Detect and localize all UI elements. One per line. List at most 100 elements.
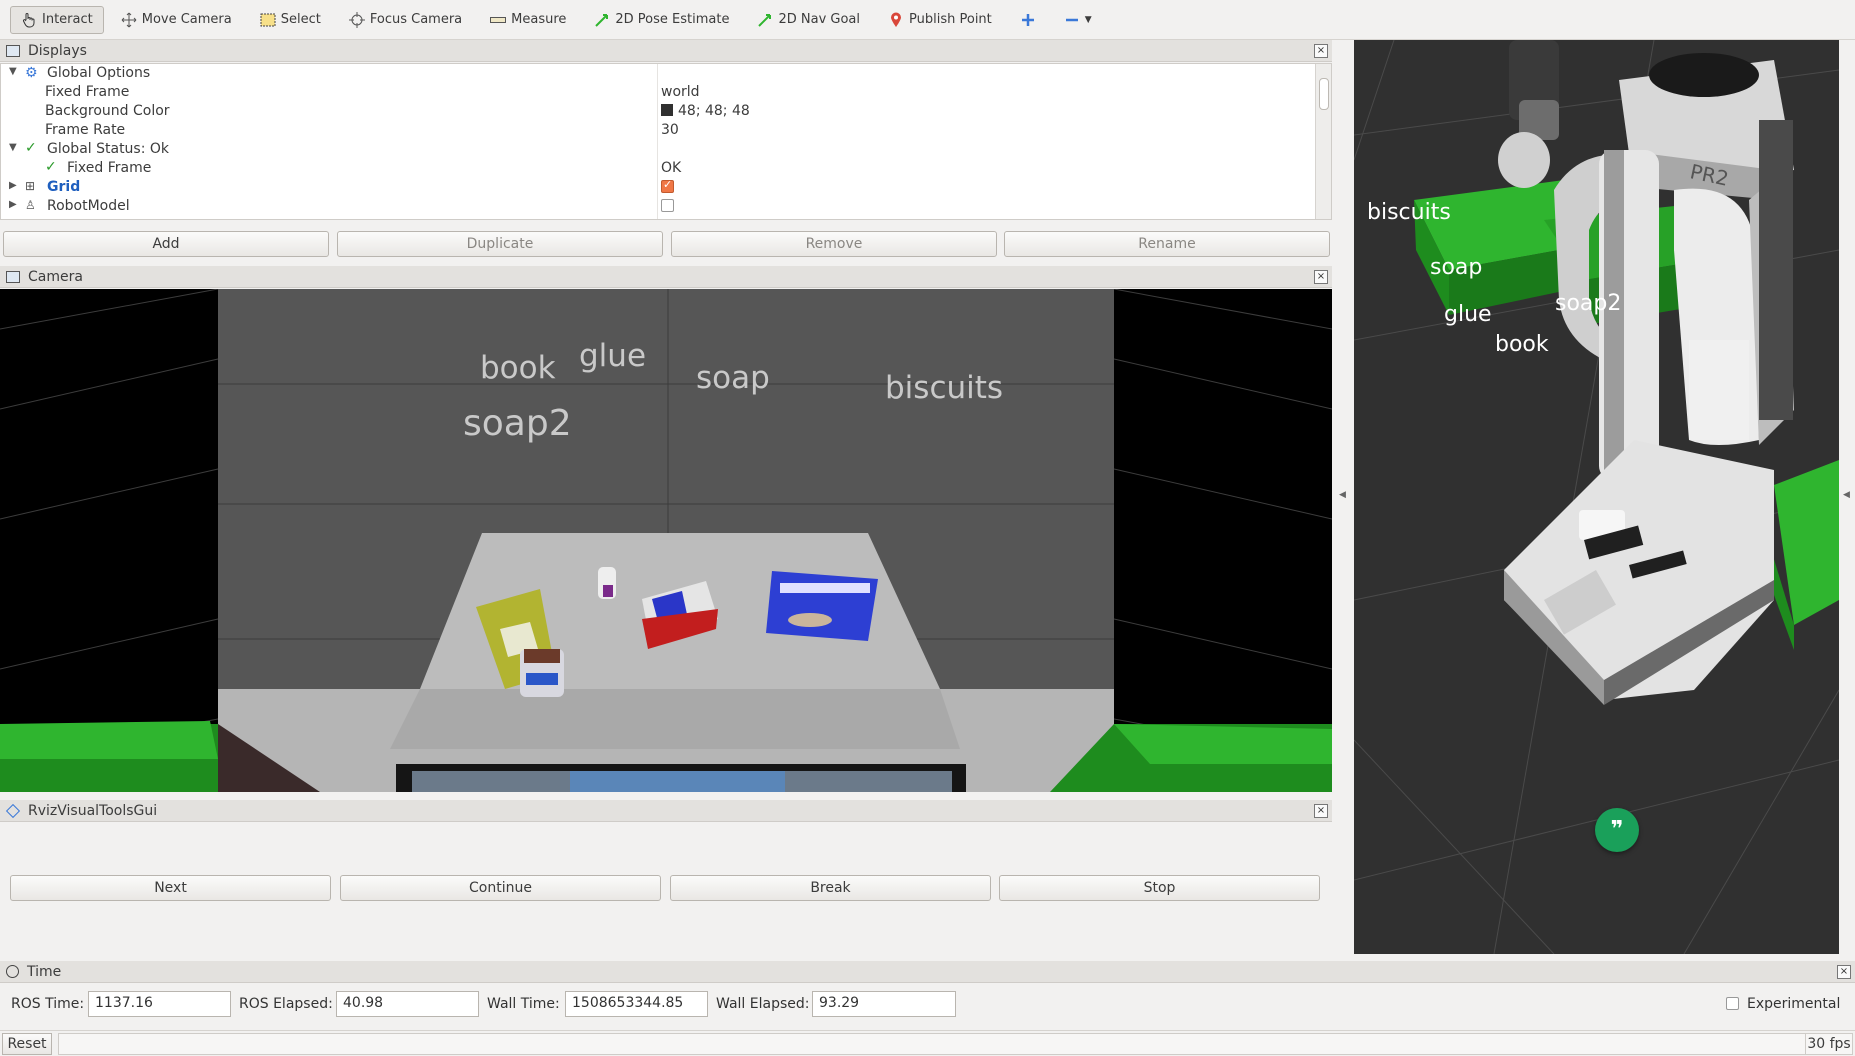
- row-value[interactable]: world: [661, 84, 700, 100]
- tool-move-camera[interactable]: Move Camera: [110, 6, 243, 34]
- tool-publish-point[interactable]: Publish Point: [877, 6, 1003, 34]
- wall-time-field[interactable]: 1508653344.85: [565, 991, 708, 1017]
- checkmark-icon: ✓: [25, 140, 37, 156]
- next-button[interactable]: Next: [10, 875, 331, 901]
- tree-row-fixed-frame[interactable]: Fixed Frame world: [1, 83, 1311, 102]
- scroll-thumb[interactable]: [1319, 78, 1329, 110]
- wall-elapsed-field[interactable]: 93.29: [812, 991, 956, 1017]
- gear-icon: ⚙: [25, 65, 38, 81]
- vertical-splitter[interactable]: ◀: [1332, 40, 1354, 954]
- camera-label-soap: soap: [696, 360, 770, 396]
- ros-time-label: ROS Time:: [11, 996, 85, 1012]
- select-rect-icon: [260, 12, 276, 28]
- wall-elapsed-label: Wall Elapsed:: [716, 996, 810, 1012]
- displays-title: Displays: [28, 42, 87, 59]
- 3d-label-soap: soap: [1430, 255, 1483, 280]
- camera-panel-icon: [6, 270, 20, 283]
- 3d-label-biscuits: biscuits: [1367, 200, 1451, 225]
- tool-measure[interactable]: Measure: [479, 6, 577, 34]
- monitor-icon: [6, 44, 20, 57]
- tree-row-global-status[interactable]: ▼ ✓ Global Status: Ok: [1, 140, 1311, 159]
- clock-icon: [6, 965, 19, 978]
- rename-button[interactable]: Rename: [1004, 231, 1330, 257]
- displays-scrollbar[interactable]: [1315, 64, 1331, 219]
- remove-tool-menu[interactable]: ▼: [1053, 6, 1103, 34]
- tool-label: Move Camera: [141, 12, 232, 27]
- row-value[interactable]: 48; 48; 48: [661, 103, 750, 119]
- grid-enabled-checkbox[interactable]: [661, 178, 674, 195]
- close-icon[interactable]: ×: [1837, 965, 1851, 979]
- add-button[interactable]: Add: [3, 231, 329, 257]
- color-value: 48; 48; 48: [678, 103, 750, 119]
- tree-row-background-color[interactable]: Background Color 48; 48; 48: [1, 102, 1311, 121]
- tool-2d-pose-estimate[interactable]: 2D Pose Estimate: [583, 6, 740, 34]
- break-button[interactable]: Break: [670, 875, 991, 901]
- experimental-checkbox[interactable]: [1726, 997, 1739, 1010]
- color-swatch: [661, 104, 673, 116]
- expand-arrow-icon[interactable]: ▼: [9, 66, 17, 77]
- row-label: Frame Rate: [45, 122, 126, 138]
- row-value[interactable]: 30: [661, 122, 679, 138]
- tree-row-global-options[interactable]: ▼ ⚙ Global Options: [1, 64, 1311, 83]
- tool-label: 2D Pose Estimate: [615, 12, 730, 27]
- ros-elapsed-field[interactable]: 40.98: [336, 991, 479, 1017]
- tool-label: Select: [280, 12, 321, 27]
- ros-time-field[interactable]: 1137.16: [88, 991, 231, 1017]
- status-bar: Reset 30 fps: [0, 1030, 1855, 1056]
- camera-label-book: book: [480, 350, 556, 386]
- ruler-icon: [490, 12, 507, 28]
- wall-time-label: Wall Time:: [487, 996, 560, 1012]
- tree-row-robotmodel[interactable]: ▶ ♙ RobotModel: [1, 197, 1311, 216]
- tool-label: Measure: [511, 12, 567, 27]
- checkmark-icon: ✓: [45, 159, 57, 175]
- tool-label: Interact: [42, 12, 93, 27]
- continue-button[interactable]: Continue: [340, 875, 661, 901]
- tool-label: Publish Point: [909, 12, 992, 27]
- hand-cursor-icon: [21, 12, 37, 28]
- row-label: Global Options: [47, 65, 151, 81]
- expand-arrow-icon[interactable]: ▶: [9, 180, 17, 191]
- 3d-render-view[interactable]: PR2 biscuits soap glue soap2 book: [1354, 40, 1839, 954]
- tree-row-grid[interactable]: ▶ ⊞ Grid: [1, 178, 1311, 197]
- tool-label: Focus Camera: [369, 12, 463, 27]
- tree-row-status-fixed-frame[interactable]: ✓ Fixed Frame OK: [1, 159, 1311, 178]
- expand-arrow-icon[interactable]: ▼: [9, 142, 17, 153]
- stop-button[interactable]: Stop: [999, 875, 1320, 901]
- collapse-right-icon[interactable]: ◀: [1843, 490, 1850, 500]
- quote-fab-button[interactable]: ❞: [1595, 808, 1639, 852]
- rviz-tools-panel-header: RvizVisualToolsGui ×: [0, 800, 1332, 822]
- tool-focus-camera[interactable]: Focus Camera: [338, 6, 473, 34]
- remove-button[interactable]: Remove: [671, 231, 997, 257]
- tool-interact[interactable]: Interact: [10, 5, 104, 34]
- expand-arrow-icon[interactable]: ▶: [9, 199, 17, 210]
- tree-row-frame-rate[interactable]: Frame Rate 30: [1, 121, 1311, 140]
- 3d-label-glue: glue: [1444, 302, 1492, 327]
- tool-label: 2D Nav Goal: [778, 12, 861, 27]
- move-camera-icon: [121, 12, 137, 28]
- green-arrow-icon: [757, 12, 773, 28]
- 3d-scene: [1354, 40, 1839, 954]
- close-icon[interactable]: ×: [1314, 44, 1328, 58]
- chevron-down-icon: ▼: [1084, 14, 1092, 25]
- glue-object: [598, 567, 616, 599]
- close-icon[interactable]: ×: [1314, 270, 1328, 284]
- add-tool-button[interactable]: [1009, 6, 1047, 34]
- robotmodel-enabled-checkbox[interactable]: [661, 198, 674, 214]
- ros-elapsed-label: ROS Elapsed:: [239, 996, 333, 1012]
- close-icon[interactable]: ×: [1314, 804, 1328, 818]
- collapse-left-icon[interactable]: ◀: [1339, 490, 1346, 500]
- row-value: OK: [661, 160, 682, 176]
- status-message: [58, 1033, 1806, 1055]
- fps-indicator: 30 fps: [1805, 1033, 1853, 1055]
- camera-label-biscuits: biscuits: [885, 370, 1004, 406]
- tool-select[interactable]: Select: [249, 6, 332, 34]
- reset-button[interactable]: Reset: [2, 1033, 52, 1055]
- tool-2d-nav-goal[interactable]: 2D Nav Goal: [746, 6, 871, 34]
- duplicate-button[interactable]: Duplicate: [337, 231, 663, 257]
- experimental-label: Experimental: [1747, 996, 1841, 1012]
- camera-view[interactable]: book glue soap biscuits soap2: [0, 289, 1332, 792]
- row-label: RobotModel: [47, 198, 130, 214]
- right-splitter[interactable]: ◀: [1839, 40, 1855, 954]
- displays-panel-header: Displays ×: [0, 40, 1332, 62]
- main-toolbar: Interact Move Camera Select Focus Camera…: [0, 0, 1855, 40]
